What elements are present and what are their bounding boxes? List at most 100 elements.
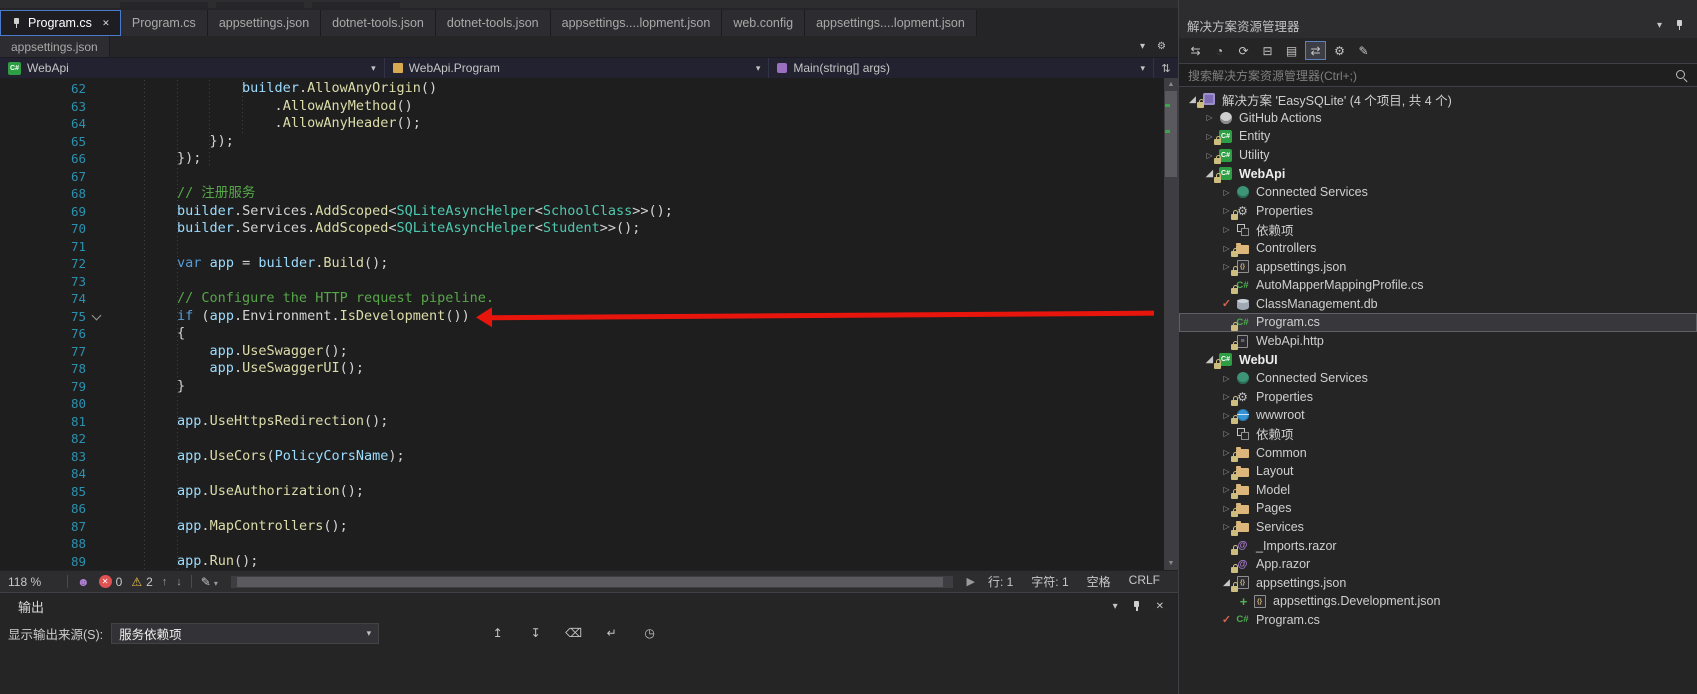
code-line[interactable]: builder.AllowAnyOrigin(): [108, 80, 1178, 98]
expand-arrow-icon[interactable]: ▷: [1219, 374, 1234, 383]
next-issue-icon[interactable]: ↓: [176, 576, 182, 588]
expand-arrow-icon[interactable]: ▷: [1219, 429, 1234, 438]
code-line[interactable]: .AllowAnyHeader();: [108, 115, 1178, 133]
properties-icon[interactable]: ⚙: [1329, 41, 1350, 60]
warning-count-button[interactable]: ⚠2: [131, 575, 152, 589]
show-timestamps-icon[interactable]: ◷: [639, 624, 660, 643]
code-line[interactable]: // 注册服务: [108, 185, 1178, 203]
search-input[interactable]: 搜索解决方案资源管理器(Ctrl+;): [1179, 64, 1697, 87]
refresh-icon[interactable]: ⟳: [1233, 41, 1254, 60]
chevron-down-icon[interactable]: ▾: [1657, 20, 1662, 31]
tree-item[interactable]: ◢C#WebUI: [1179, 350, 1697, 369]
tree-item[interactable]: ▷⚙Properties: [1179, 202, 1697, 221]
tree-item[interactable]: ▷Common: [1179, 443, 1697, 462]
feedback-icon[interactable]: ☻: [77, 575, 90, 589]
document-tab[interactable]: Program.cs✕: [0, 10, 121, 36]
code-line[interactable]: builder.Services.AddScoped<SQLiteAsyncHe…: [108, 220, 1178, 238]
word-wrap-icon[interactable]: ↵: [601, 624, 622, 643]
document-tab[interactable]: appsettings.json: [0, 36, 110, 57]
scroll-down-icon[interactable]: ▼: [1164, 557, 1178, 570]
code-line[interactable]: [108, 430, 1178, 448]
line-numbers[interactable]: 6263646566676869707172737475767778798081…: [0, 78, 88, 570]
tree-item[interactable]: @App.razor: [1179, 555, 1697, 574]
code-line[interactable]: app.Run();: [108, 553, 1178, 571]
tree-item[interactable]: ▷Connected Services: [1179, 369, 1697, 388]
tree-item[interactable]: ▷依赖项: [1179, 220, 1697, 239]
document-tab[interactable]: appsettings....lopment.json: [805, 10, 977, 36]
column-indicator[interactable]: 字符: 1: [1031, 573, 1068, 590]
expand-arrow-icon[interactable]: ▷: [1202, 113, 1217, 122]
code-line[interactable]: app.MapControllers();: [108, 518, 1178, 536]
code-line[interactable]: }: [108, 378, 1178, 396]
tree-item[interactable]: ▷依赖项: [1179, 425, 1697, 444]
pin-icon[interactable]: [10, 17, 22, 30]
code-line[interactable]: app.UseAuthorization();: [108, 483, 1178, 501]
code-cleanup-icon[interactable]: ✎▾: [201, 575, 218, 589]
sync-with-active-document-icon[interactable]: ⇄: [1305, 41, 1326, 60]
chevron-down-icon[interactable]: ▾: [1113, 601, 1118, 612]
document-tab[interactable]: appsettings.json: [208, 10, 321, 36]
previous-issue-icon[interactable]: ↑: [162, 576, 168, 588]
folding-margin[interactable]: [88, 78, 108, 570]
breadcrumb-dropdown[interactable]: C#WebApi▾: [0, 58, 385, 78]
zoom-control[interactable]: 118 %: [8, 575, 58, 589]
tree-item[interactable]: ▷Model: [1179, 480, 1697, 499]
error-count-button[interactable]: ✕0: [99, 575, 123, 589]
code-line[interactable]: [108, 238, 1178, 256]
tree-item[interactable]: ✓C#Program.cs: [1179, 611, 1697, 630]
code-line[interactable]: app.UseHttpsRedirection();: [108, 413, 1178, 431]
tree-item[interactable]: ▷wwwroot: [1179, 406, 1697, 425]
eol-indicator[interactable]: CRLF: [1129, 573, 1160, 590]
expand-arrow-icon[interactable]: ▷: [1219, 188, 1234, 197]
tree-item[interactable]: ◢C#WebApi: [1179, 164, 1697, 183]
code-line[interactable]: });: [108, 133, 1178, 151]
output-content[interactable]: [0, 647, 1178, 694]
code-line[interactable]: [108, 465, 1178, 483]
code-line[interactable]: [108, 535, 1178, 553]
code-line[interactable]: [108, 500, 1178, 518]
code-line[interactable]: app.UseSwaggerUI();: [108, 360, 1178, 378]
pending-changes-filter-icon[interactable]: ◔: [1209, 41, 1230, 60]
document-tab[interactable]: dotnet-tools.json: [436, 10, 551, 36]
code-line[interactable]: {: [108, 325, 1178, 343]
clear-all-icon[interactable]: ⌫: [563, 624, 584, 643]
code-line[interactable]: [108, 168, 1178, 186]
code-editor[interactable]: 6263646566676869707172737475767778798081…: [0, 78, 1178, 570]
code-area[interactable]: builder.AllowAnyOrigin() .AllowAnyMethod…: [108, 78, 1178, 570]
code-line[interactable]: var app = builder.Build();: [108, 255, 1178, 273]
tree-item[interactable]: ▷Connected Services: [1179, 183, 1697, 202]
horizontal-scrollbar[interactable]: [231, 576, 954, 588]
tab-options-gear-icon[interactable]: ⚙: [1157, 41, 1166, 52]
split-view-button[interactable]: ⇅: [1154, 58, 1178, 78]
tree-item[interactable]: C#Program.cs: [1179, 313, 1697, 332]
tree-item[interactable]: ▷Layout: [1179, 462, 1697, 481]
tree-item[interactable]: ▷{}appsettings.json: [1179, 257, 1697, 276]
document-tab[interactable]: appsettings....lopment.json: [551, 10, 723, 36]
breadcrumb-dropdown[interactable]: WebApi.Program▾: [385, 58, 770, 78]
tree-item[interactable]: ▷GitHub Actions: [1179, 109, 1697, 128]
collapse-all-icon[interactable]: ⊟: [1257, 41, 1278, 60]
tree-item[interactable]: ▷C#Utility: [1179, 146, 1697, 165]
code-cleanup-icon[interactable]: ✎: [1353, 41, 1374, 60]
pin-icon[interactable]: [1673, 19, 1685, 32]
tree-item[interactable]: ◢解决方案 'EasySQLite' (4 个项目, 共 4 个): [1179, 90, 1697, 109]
tree-item[interactable]: ▷Services: [1179, 518, 1697, 537]
tree-item[interactable]: ▷Pages: [1179, 499, 1697, 518]
code-line[interactable]: [108, 395, 1178, 413]
code-line[interactable]: .AllowAnyMethod(): [108, 98, 1178, 116]
scroll-up-icon[interactable]: ▲: [1164, 78, 1178, 91]
code-line[interactable]: });: [108, 150, 1178, 168]
code-line[interactable]: app.UseSwagger();: [108, 343, 1178, 361]
document-tab[interactable]: web.config: [722, 10, 805, 36]
output-source-select[interactable]: 服务依赖项 ▾: [111, 623, 379, 644]
tree-item[interactable]: ▷C#Entity: [1179, 127, 1697, 146]
close-icon[interactable]: ✕: [1156, 601, 1164, 612]
vertical-scrollbar[interactable]: ▲ ▼: [1164, 78, 1178, 570]
code-line[interactable]: [108, 273, 1178, 291]
code-line[interactable]: app.UseCors(PolicyCorsName);: [108, 448, 1178, 466]
tree-item[interactable]: ✓ClassManagement.db: [1179, 295, 1697, 314]
tree-item[interactable]: ◢{}appsettings.json: [1179, 573, 1697, 592]
tree-item[interactable]: ▷Controllers: [1179, 239, 1697, 258]
code-line[interactable]: builder.Services.AddScoped<SQLiteAsyncHe…: [108, 203, 1178, 221]
pin-icon[interactable]: [1131, 600, 1143, 613]
